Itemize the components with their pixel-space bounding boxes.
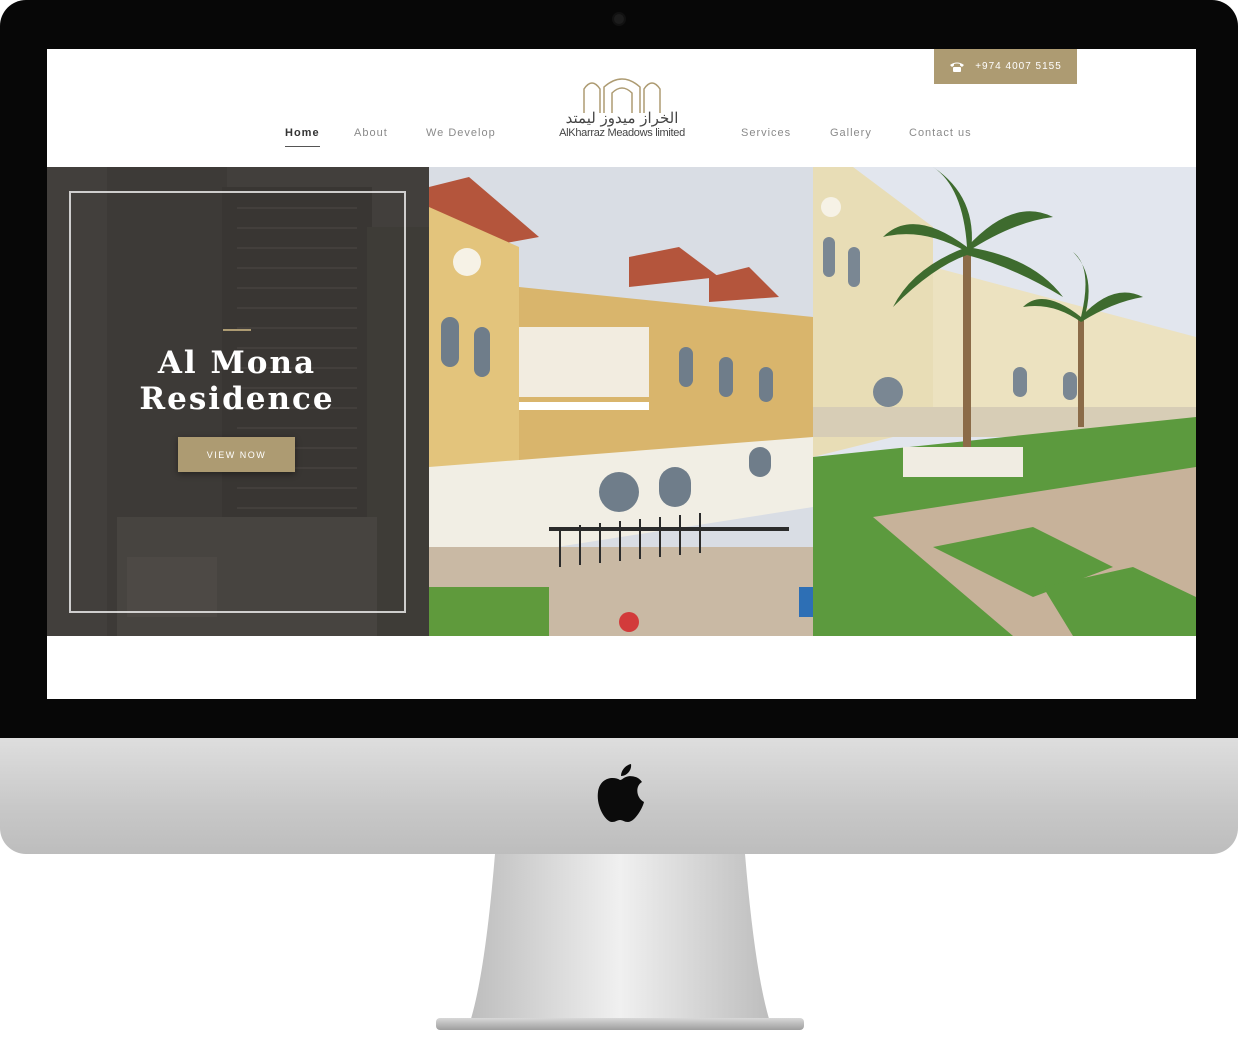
- phone-number: +974 4007 5155: [975, 61, 1062, 72]
- nav-gallery[interactable]: Gallery: [830, 127, 872, 139]
- nav-about-label: About: [354, 127, 388, 139]
- apple-logo-icon: [597, 764, 644, 822]
- phone-icon: [950, 62, 965, 72]
- logo-arabic-text: الخراز ميدوز ليمتد: [565, 109, 679, 127]
- nav-about[interactable]: About: [354, 127, 388, 139]
- monitor-stand: [470, 854, 770, 1022]
- hero-tower-image: Al Mona Residence VIEW NOW: [47, 167, 429, 636]
- webcam: [614, 14, 624, 24]
- monitor-foot: [436, 1018, 804, 1030]
- nav-gallery-label: Gallery: [830, 127, 872, 139]
- hero-title-line1: Al Mona: [157, 345, 317, 381]
- website-screen: +974 4007 5155 الخراز ميدوز ليمتد AlKhar…: [47, 49, 1196, 699]
- hero-slider: Al Mona Residence VIEW NOW: [47, 167, 1196, 636]
- hero-title: Al Mona Residence: [87, 345, 387, 417]
- hero-title-line2: Residence: [139, 381, 335, 417]
- nav-home[interactable]: Home: [285, 127, 320, 147]
- active-underline: [285, 146, 320, 147]
- nav-we-develop-label: We Develop: [426, 127, 496, 139]
- nav-contact[interactable]: Contact us: [909, 127, 972, 139]
- logo-english-text: AlKharraz Meadows limited: [559, 127, 685, 139]
- nav-services-label: Services: [741, 127, 792, 139]
- nav-home-label: Home: [285, 127, 320, 139]
- view-now-button[interactable]: VIEW NOW: [178, 437, 295, 472]
- site-logo[interactable]: الخراز ميدوز ليمتد AlKharraz Meadows lim…: [547, 75, 697, 143]
- phone-contact-button[interactable]: +974 4007 5155: [934, 49, 1077, 84]
- gold-divider: [223, 329, 251, 331]
- hero-courtyard-image: [813, 167, 1196, 636]
- nav-we-develop[interactable]: We Develop: [426, 127, 496, 139]
- nav-contact-label: Contact us: [909, 127, 972, 139]
- nav-services[interactable]: Services: [741, 127, 791, 139]
- hero-townhouse-image: [429, 167, 813, 636]
- arch-logo-icon: [583, 78, 661, 113]
